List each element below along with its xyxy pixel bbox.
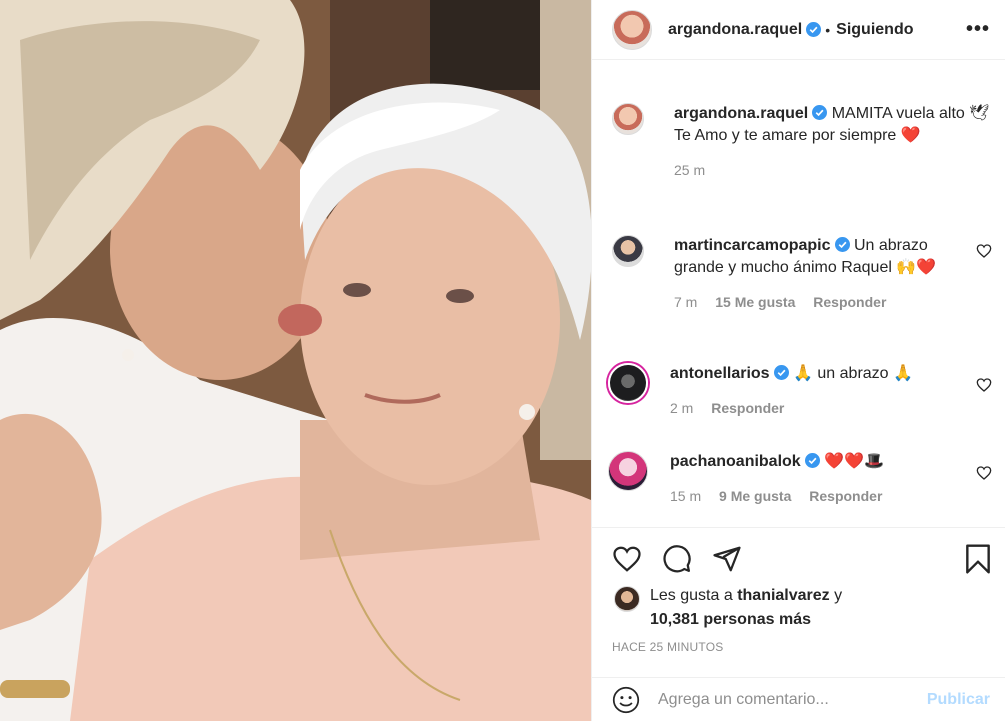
comment-username[interactable]: martincarcamopapic xyxy=(674,237,831,254)
post-actions: Les gusta a thanialvarez y 10,381 person… xyxy=(592,527,1005,721)
liker-avatar[interactable] xyxy=(614,586,640,612)
like-comment-heart-icon[interactable] xyxy=(976,377,992,393)
comment-meta: 15 m 9 Me gusta Responder xyxy=(670,485,958,507)
likes-suffix: y xyxy=(834,587,843,604)
post-timestamp[interactable]: HACE 25 MINUTOS xyxy=(612,640,723,654)
like-comment-heart-icon[interactable] xyxy=(976,465,992,481)
comment-time[interactable]: 7 m xyxy=(674,294,697,310)
post-panel: argandona.raquel • Siguiendo ••• argando… xyxy=(591,0,1005,721)
comment-text: antonellarios 🙏 un abrazo 🙏 xyxy=(670,363,958,385)
verified-icon xyxy=(806,22,822,37)
separator-dot: • xyxy=(825,21,831,38)
reply-button[interactable]: Responder xyxy=(809,488,882,504)
comment-time[interactable]: 15 m xyxy=(670,488,701,504)
comment-meta: 7 m 15 Me gusta Responder xyxy=(674,291,958,313)
likes-prefix: Les gusta a xyxy=(650,587,733,604)
share-icon[interactable] xyxy=(712,544,742,574)
commenter-avatar[interactable] xyxy=(612,235,644,267)
bookmark-icon[interactable] xyxy=(964,543,992,575)
caption-meta: 25 m xyxy=(674,159,992,181)
comment-time[interactable]: 2 m xyxy=(670,400,693,416)
comment-likes[interactable]: 9 Me gusta xyxy=(719,488,791,504)
publish-button[interactable]: Publicar xyxy=(927,691,990,709)
caption-time[interactable]: 25 m xyxy=(674,162,705,178)
caption: argandona.raquel MAMITA vuela alto 🕊 Te … xyxy=(612,103,992,181)
comment-item: antonellarios 🙏 un abrazo 🙏 2 m Responde… xyxy=(608,363,992,419)
commenter-avatar[interactable] xyxy=(608,451,648,491)
verified-icon xyxy=(804,453,820,468)
reply-button[interactable]: Responder xyxy=(813,294,886,310)
comment-body: 🙏 un abrazo 🙏 xyxy=(793,365,913,382)
emoji-icon[interactable] xyxy=(612,686,640,714)
verified-icon xyxy=(773,365,789,380)
follow-status-button[interactable]: Siguiendo xyxy=(836,21,913,39)
comment-icon[interactable] xyxy=(662,544,692,574)
comment-input[interactable] xyxy=(658,691,927,709)
caption-text: argandona.raquel MAMITA vuela alto 🕊 xyxy=(674,103,992,125)
comment-username[interactable]: antonellarios xyxy=(670,365,770,382)
heart-icon[interactable] xyxy=(612,544,642,574)
post-photo[interactable] xyxy=(0,0,591,721)
liker-username[interactable]: thanialvarez xyxy=(737,587,829,604)
comments-list: argandona.raquel MAMITA vuela alto 🕊 Te … xyxy=(592,61,1005,527)
caption-line-1: MAMITA vuela alto 🕊 xyxy=(831,105,990,122)
comment-username[interactable]: pachanoanibalok xyxy=(670,453,801,470)
comment-meta: 2 m Responder xyxy=(670,397,958,419)
verified-icon xyxy=(812,105,828,120)
caption-line-2: Te Amo y te amare por siempre ❤️ xyxy=(674,127,921,144)
author-avatar[interactable] xyxy=(612,9,652,50)
more-icon[interactable]: ••• xyxy=(966,18,990,41)
author-username[interactable]: argandona.raquel xyxy=(668,21,802,39)
reply-button[interactable]: Responder xyxy=(711,400,784,416)
comment-body: ❤️❤️🎩 xyxy=(824,453,884,470)
comment-item: pachanoanibalok ❤️❤️🎩 15 m 9 Me gusta Re… xyxy=(608,451,992,507)
photo-illustration xyxy=(0,0,591,721)
like-comment-heart-icon[interactable] xyxy=(976,243,992,259)
caption-username[interactable]: argandona.raquel xyxy=(674,105,808,122)
post-header: argandona.raquel • Siguiendo ••• xyxy=(592,0,1005,60)
commenter-avatar[interactable] xyxy=(608,363,648,403)
comment-text: pachanoanibalok ❤️❤️🎩 xyxy=(670,451,958,473)
likes-text: Les gusta a thanialvarez y 10,381 person… xyxy=(650,584,842,632)
add-comment-bar: Publicar xyxy=(592,677,1005,721)
caption-avatar[interactable] xyxy=(612,103,644,135)
comment-likes[interactable]: 15 Me gusta xyxy=(715,294,795,310)
likes-count[interactable]: 10,381 personas más xyxy=(650,608,842,632)
comment-item: martincarcamopapic Un abrazo grande y mu… xyxy=(612,235,992,313)
verified-icon xyxy=(834,237,850,252)
comment-text: martincarcamopapic Un abrazo grande y mu… xyxy=(674,235,958,279)
likes-summary: Les gusta a thanialvarez y 10,381 person… xyxy=(614,584,842,632)
